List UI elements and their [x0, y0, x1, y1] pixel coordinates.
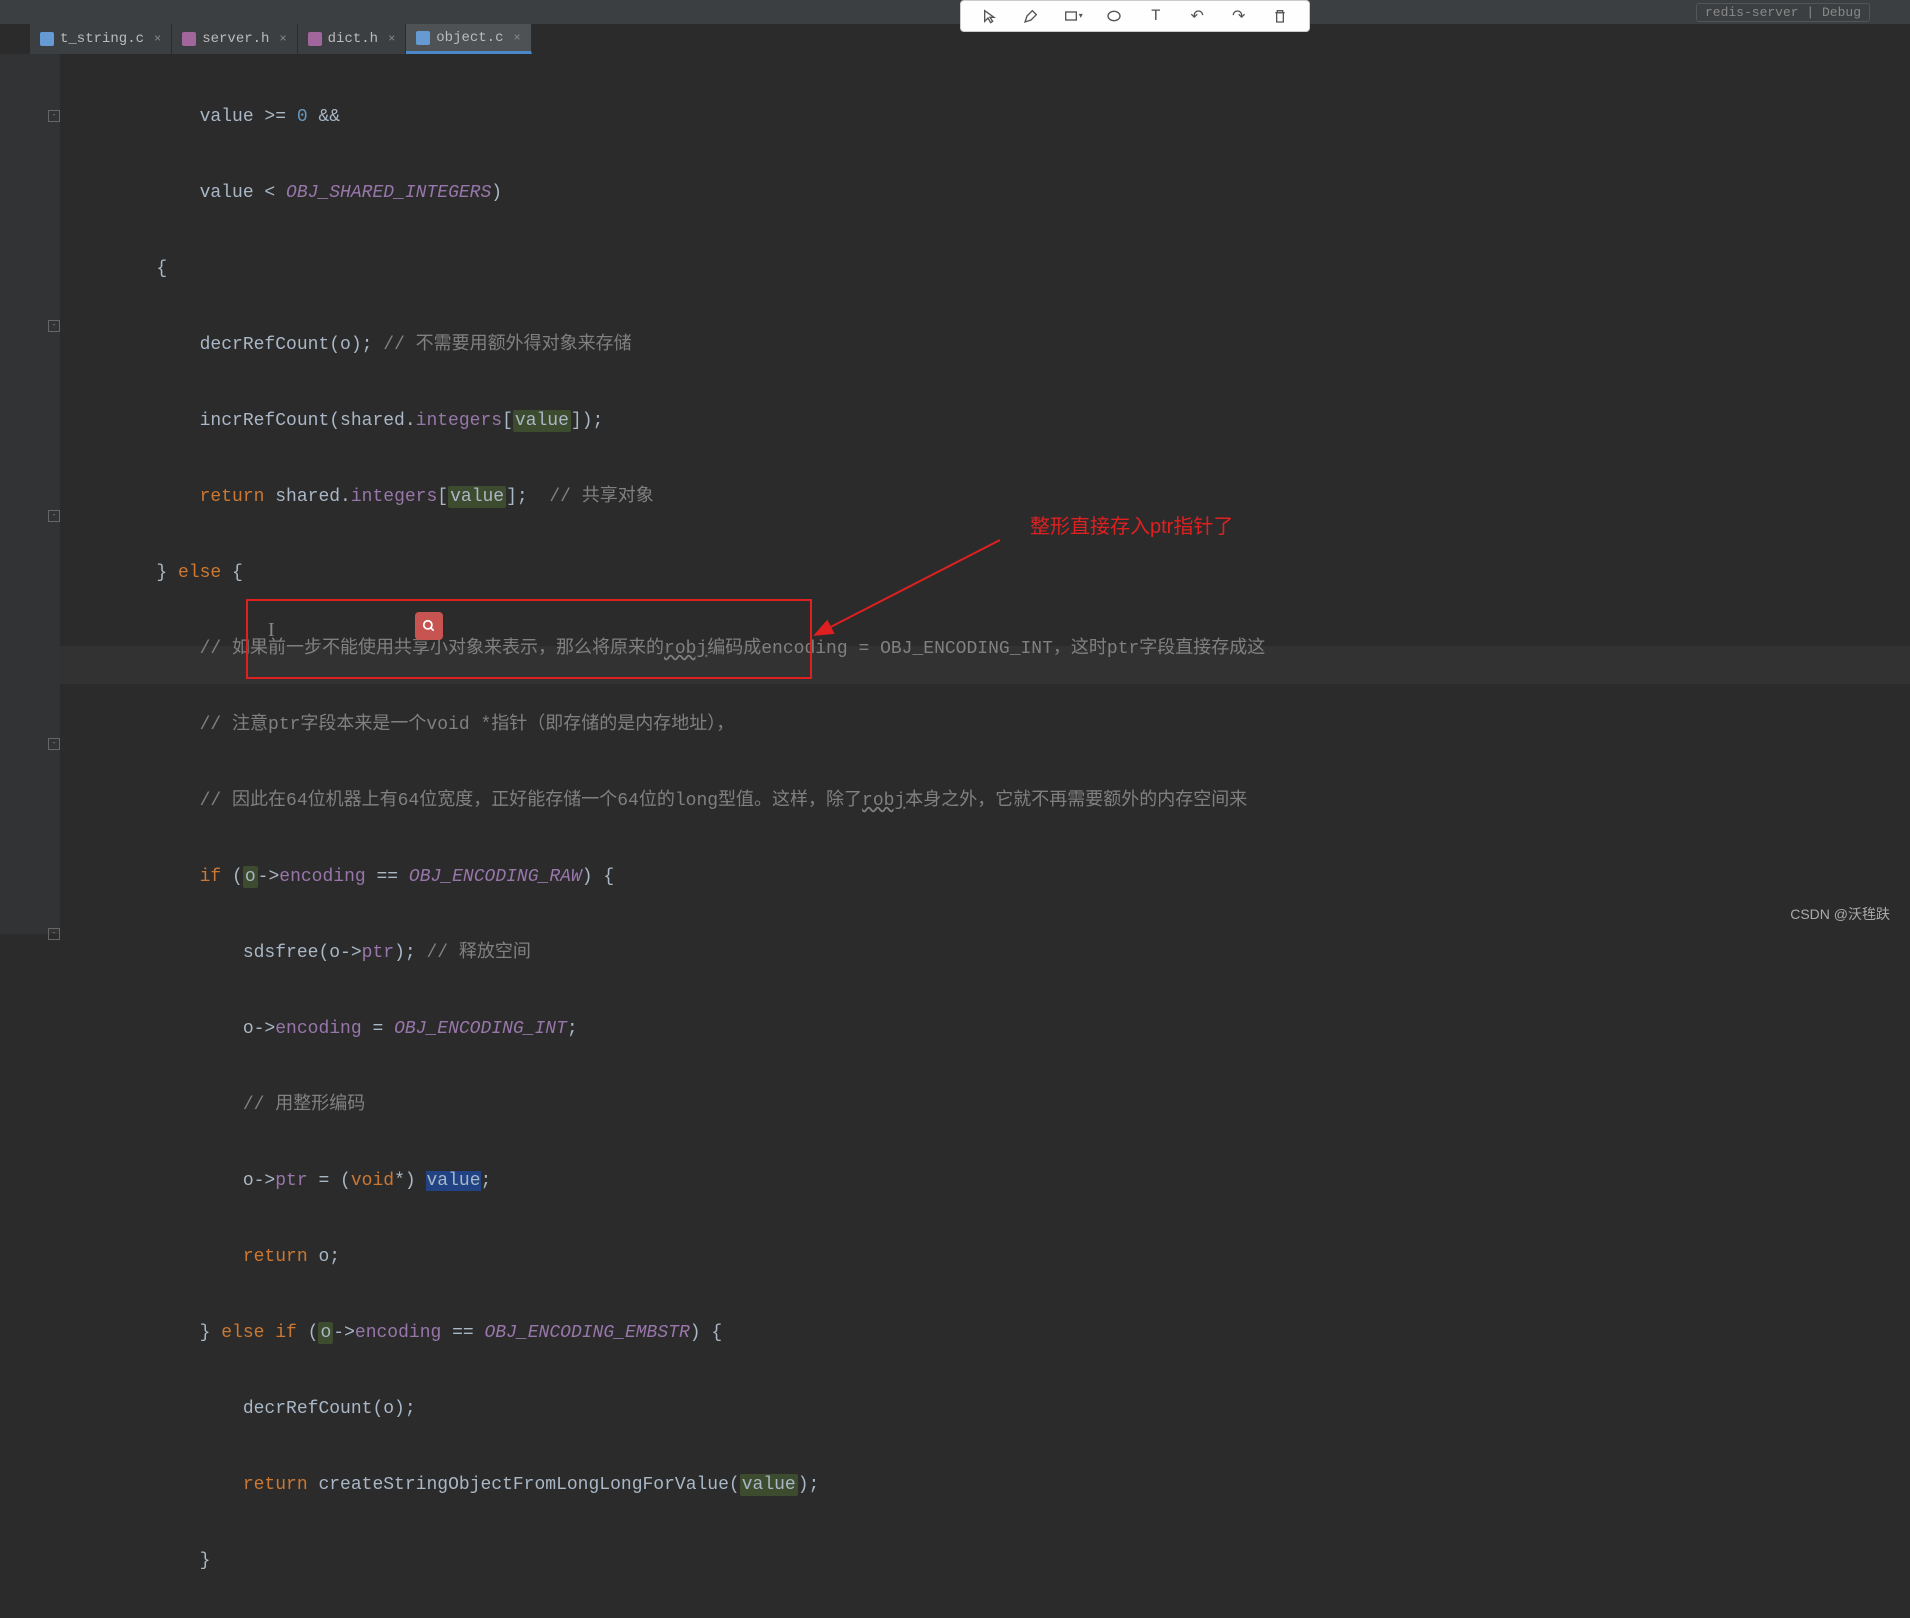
- redo-icon[interactable]: ↷: [1225, 4, 1253, 28]
- annotation-toolbar: ▾ T ↶ ↷: [960, 0, 1310, 32]
- fold-marker-icon[interactable]: -: [48, 738, 60, 750]
- run-config-selector[interactable]: redis-server | Debug: [1696, 3, 1870, 22]
- fold-marker-icon[interactable]: -: [48, 320, 60, 332]
- code-line: // 用整形编码: [70, 1086, 1910, 1124]
- close-icon[interactable]: ×: [513, 31, 520, 45]
- tab-dict-h[interactable]: dict.h ×: [298, 24, 407, 54]
- code-line: value >= 0 &&: [70, 98, 1910, 136]
- code-line: {: [70, 250, 1910, 288]
- tab-label: dict.h: [328, 31, 378, 47]
- code-line: }: [70, 1542, 1910, 1580]
- trash-icon[interactable]: [1266, 4, 1294, 28]
- tab-label: object.c: [436, 30, 503, 46]
- code-line: } else {: [70, 554, 1910, 592]
- tab-object-c[interactable]: object.c ×: [406, 24, 531, 54]
- code-line: decrRefCount(o);: [70, 1390, 1910, 1428]
- gutter: - - - - -: [0, 54, 60, 934]
- cursor-tool-icon[interactable]: [976, 4, 1004, 28]
- code-line: value < OBJ_SHARED_INTEGERS): [70, 174, 1910, 212]
- code-line: if (o->encoding == OBJ_ENCODING_RAW) {: [70, 858, 1910, 896]
- code-line: incrRefCount(shared.integers[value]);: [70, 402, 1910, 440]
- tab-t-string-c[interactable]: t_string.c ×: [30, 24, 172, 54]
- code-line: // 注意ptr字段本来是一个void *指针（即存储的是内存地址），: [70, 706, 1910, 744]
- top-toolbar: redis-server | Debug: [0, 0, 1910, 24]
- c-file-icon: [40, 32, 54, 46]
- tab-label: server.h: [202, 31, 269, 47]
- undo-icon[interactable]: ↶: [1183, 4, 1211, 28]
- search-icon[interactable]: [415, 612, 443, 640]
- pen-tool-icon[interactable]: [1017, 4, 1045, 28]
- h-file-icon: [308, 32, 322, 46]
- tab-server-h[interactable]: server.h ×: [172, 24, 297, 54]
- oval-tool-icon[interactable]: [1100, 4, 1128, 28]
- code-line: o->ptr = (void*) value;: [70, 1162, 1910, 1200]
- code-line: // 因此在64位机器上有64位宽度，正好能存储一个64位的long型值。这样，…: [70, 782, 1910, 820]
- code-line: return createStringObjectFromLongLongFor…: [70, 1466, 1910, 1504]
- code-line: } else if (o->encoding == OBJ_ENCODING_E…: [70, 1314, 1910, 1352]
- annotation-label: 整形直接存入ptr指针了: [1030, 510, 1233, 539]
- fold-marker-icon[interactable]: -: [48, 510, 60, 522]
- rect-tool-icon[interactable]: ▾: [1059, 4, 1087, 28]
- code-line: sdsfree(o->ptr); // 释放空间: [70, 934, 1910, 972]
- code-line: return o;: [70, 1238, 1910, 1276]
- code-line: return shared.integers[value]; // 共享对象: [70, 478, 1910, 516]
- c-file-icon: [416, 31, 430, 45]
- fold-marker-icon[interactable]: -: [48, 928, 60, 940]
- close-icon[interactable]: ×: [388, 32, 395, 46]
- close-icon[interactable]: ×: [154, 32, 161, 46]
- text-tool-icon[interactable]: T: [1142, 4, 1170, 28]
- watermark: CSDN @沃毪趺: [1790, 904, 1890, 924]
- code-line: o->encoding = OBJ_ENCODING_INT;: [70, 1010, 1910, 1048]
- editor-tabs: t_string.c × server.h × dict.h × object.…: [30, 24, 532, 54]
- code-line: decrRefCount(o); // 不需要用额外得对象来存储: [70, 326, 1910, 364]
- fold-marker-icon[interactable]: -: [48, 110, 60, 122]
- h-file-icon: [182, 32, 196, 46]
- text-cursor-icon: I: [268, 619, 275, 642]
- close-icon[interactable]: ×: [279, 32, 286, 46]
- code-editor[interactable]: value >= 0 && value < OBJ_SHARED_INTEGER…: [70, 60, 1910, 1618]
- code-line: // 如果前一步不能使用共享小对象来表示，那么将原来的robj编码成encodi…: [70, 630, 1910, 668]
- tab-label: t_string.c: [60, 31, 144, 47]
